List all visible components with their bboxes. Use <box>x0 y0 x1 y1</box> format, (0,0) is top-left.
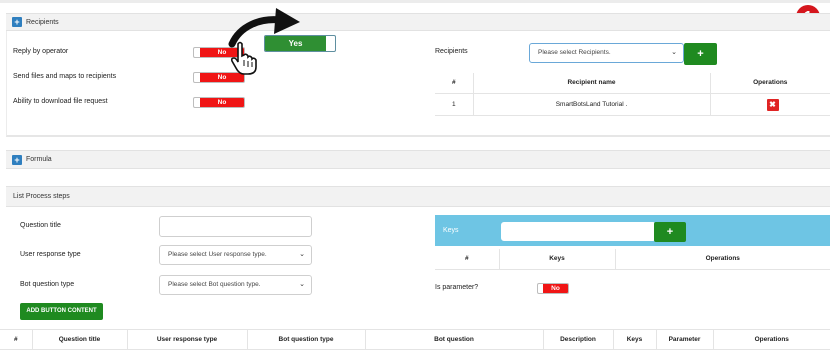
download-file-toggle[interactable]: No <box>193 97 245 108</box>
formula-panel-header[interactable]: + Formula <box>6 150 830 169</box>
pointer-hand-icon <box>230 41 257 75</box>
keys-label: Keys <box>443 227 459 234</box>
plus-square-icon[interactable]: + <box>12 154 22 165</box>
plus-square-icon[interactable]: + <box>12 17 22 27</box>
table-header: User response type <box>126 329 247 350</box>
table-header: Parameter <box>655 329 713 350</box>
recipients-select[interactable]: Please select Recipients. ⌄ <box>529 43 684 63</box>
keys-table: # Keys Operations <box>435 249 830 270</box>
table-header: Bot question <box>364 329 543 350</box>
table-header: Operations <box>614 249 830 270</box>
table-header: Description <box>542 329 613 350</box>
table-header: Question title <box>31 329 127 350</box>
add-key-button[interactable]: + <box>654 222 686 242</box>
table-header: Keys <box>498 249 615 270</box>
table-header: Bot question type <box>246 329 365 350</box>
table-header: # <box>435 73 473 94</box>
recipient-name: SmartBotsLand Tutorial . <box>472 93 710 116</box>
operations-cell: ✖ <box>709 93 830 116</box>
download-file-label: Ability to download file request <box>13 98 108 105</box>
is-parameter-toggle[interactable]: No <box>537 283 569 294</box>
user-response-type-select[interactable]: Please select User response type. ⌄ <box>159 245 312 265</box>
formula-panel-title: Formula <box>26 156 52 163</box>
recipients-table: # Recipient name Operations 1 SmartBotsL… <box>435 73 830 116</box>
chevron-down-icon: ⌄ <box>671 49 677 56</box>
table-header: # <box>435 249 499 270</box>
keys-input[interactable] <box>501 222 656 241</box>
table-header: Operations <box>709 73 830 94</box>
reply-by-operator-label: Reply by operator <box>13 48 69 55</box>
recipients-panel-header[interactable]: + Recipients <box>6 13 830 31</box>
add-recipient-button[interactable]: + <box>684 43 717 65</box>
is-parameter-label: Is parameter? <box>435 284 479 291</box>
bot-question-type-label: Bot question type <box>20 281 75 288</box>
table-header: Operations <box>712 329 830 350</box>
table-header: Recipient name <box>472 73 710 94</box>
table-header: Keys <box>612 329 656 350</box>
send-files-label: Send files and maps to recipients <box>13 73 117 80</box>
process-steps-table: # Question title User response type Bot … <box>0 329 830 350</box>
keys-bar: Keys + <box>435 215 830 246</box>
question-title-label: Question title <box>20 222 61 229</box>
chevron-down-icon: ⌄ <box>299 281 305 288</box>
process-steps-title: List Process steps <box>13 193 70 200</box>
process-steps-panel-header: List Process steps <box>6 186 830 207</box>
delete-x-icon[interactable]: ✖ <box>766 98 779 111</box>
question-title-input[interactable] <box>159 216 312 237</box>
table-row: 1 SmartBotsLand Tutorial . ✖ <box>435 93 830 116</box>
recipients-label: Recipients <box>435 48 468 55</box>
chevron-down-icon: ⌄ <box>299 251 305 258</box>
table-header: # <box>0 329 32 350</box>
top-divider <box>0 0 830 3</box>
recipients-panel-title: Recipients <box>26 18 59 26</box>
row-number: 1 <box>435 93 473 116</box>
bot-question-type-select[interactable]: Please select Bot question type. ⌄ <box>159 275 312 295</box>
user-response-type-label: User response type <box>20 251 81 258</box>
reply-by-operator-yes-toggle[interactable]: Yes <box>264 35 336 52</box>
add-button-content-button[interactable]: ADD BUTTON CONTENT <box>20 303 103 320</box>
